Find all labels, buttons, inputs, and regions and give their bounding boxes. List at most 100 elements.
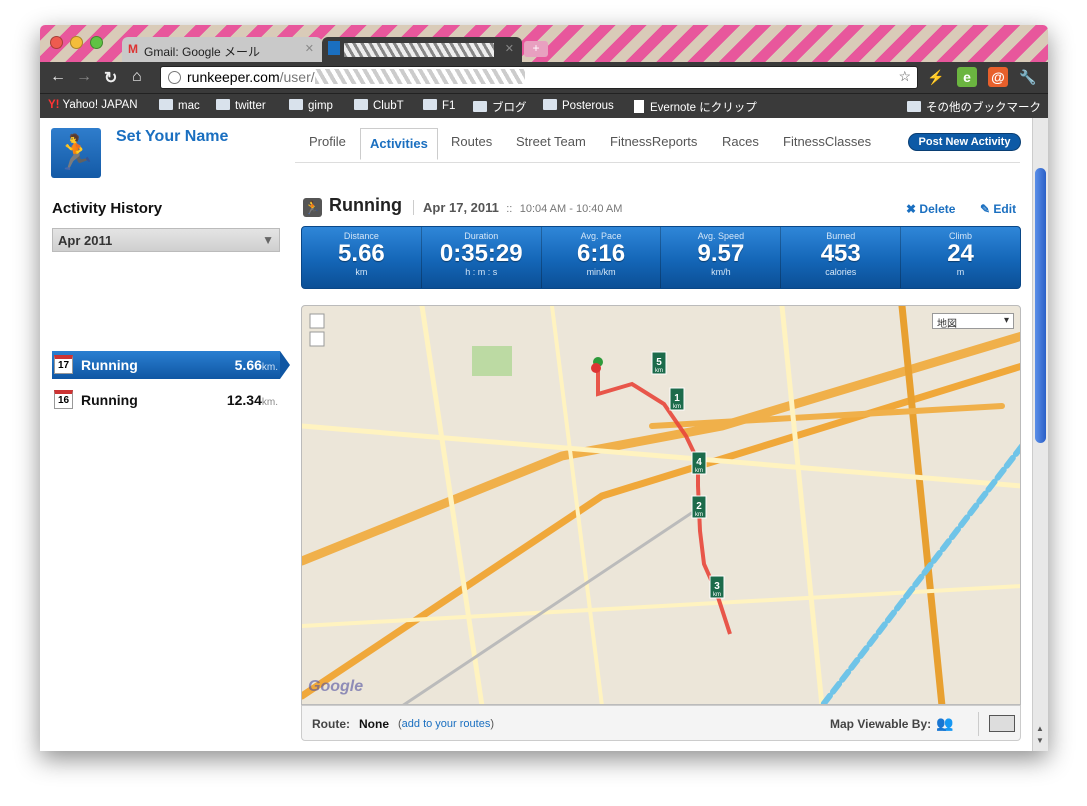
km-unit: km [695, 512, 703, 518]
date-value: Apr 17, 2011 [423, 200, 499, 215]
evernote-icon[interactable]: e [957, 67, 977, 87]
back-icon[interactable]: ← [50, 68, 66, 86]
tab-activities[interactable]: Activities [360, 128, 438, 160]
km-label-5: 5 [656, 357, 662, 368]
km-unit: km [695, 468, 703, 474]
activity-title: Running [329, 195, 402, 215]
stat-value: 5.66 [338, 240, 385, 267]
username-link[interactable]: Set Your Name [116, 128, 228, 146]
star-icon[interactable]: ☆ [898, 68, 911, 85]
post-new-activity-button[interactable]: Post New Activity [908, 133, 1021, 151]
url-host: runkeeper.com [187, 69, 280, 85]
close-tab-icon[interactable]: ✕ [505, 42, 514, 55]
new-tab-button[interactable]: + [524, 41, 548, 57]
bookmark-label: mac [178, 100, 200, 112]
browser-window: M Gmail: Google メール ✕ ✕ + ← → ↻ ⌂ runkee… [40, 25, 1048, 751]
address-bar[interactable]: runkeeper.com/user/ ☆ [160, 66, 918, 89]
tab-fitness-classes[interactable]: FitnessClasses [783, 134, 871, 149]
scrollbar[interactable]: ▲ ▼ [1032, 118, 1048, 751]
activity-date: Apr 17, 2011 :: 10:04 AM - 10:40 AM [413, 200, 622, 215]
folder-icon [289, 99, 303, 110]
delete-button[interactable]: ✖ Delete [906, 202, 955, 216]
km-label-2: 2 [696, 501, 702, 512]
month-value: Apr 2011 [58, 233, 113, 248]
mail-icon[interactable]: @ [988, 67, 1008, 87]
bookmark-yahoo[interactable]: Y! Yahoo! JAPAN [48, 99, 138, 111]
forward-icon[interactable]: → [76, 68, 92, 86]
km-unit: km [673, 404, 681, 410]
bookmark-clubt[interactable]: ClubT [354, 99, 404, 112]
lightning-icon[interactable]: ⚡ [926, 67, 946, 87]
bookmark-twitter[interactable]: twitter [216, 99, 266, 112]
history-item-selected[interactable]: 17 Running 5.66km. [52, 351, 290, 379]
distance-unit: km. [261, 362, 278, 373]
folder-icon [159, 99, 173, 110]
bookmark-f1[interactable]: F1 [423, 99, 455, 112]
zoom-control[interactable] [309, 313, 325, 347]
distance-value: 5.66 [234, 357, 262, 373]
delete-icon: ✖ [906, 202, 917, 216]
tab-profile[interactable]: Profile [309, 134, 346, 149]
tab-routes[interactable]: Routes [451, 134, 492, 149]
tab-label: Gmail: Google メール [144, 45, 261, 59]
bookmark-posterous[interactable]: Posterous [543, 99, 614, 112]
bookmark-gimp[interactable]: gimp [289, 99, 333, 112]
bookmark-label: Posterous [562, 100, 614, 112]
month-select[interactable]: Apr 2011 ▼ [52, 228, 280, 252]
route-value: None [359, 717, 389, 731]
history-item[interactable]: 16 Running 12.34km. [52, 386, 280, 414]
close-tab-icon[interactable]: ✕ [305, 42, 314, 55]
scrollbar-thumb[interactable] [1035, 168, 1046, 443]
km-label-3: 3 [714, 581, 720, 592]
route-bar: Route: None (add to your routes) Map Vie… [301, 705, 1021, 741]
tab-runkeeper[interactable]: ✕ [322, 37, 522, 62]
map-type-select[interactable]: 地図 ▾ [932, 313, 1014, 330]
stats-bar: Distance 5.66 km Duration 0:35:29 h : m : s … [301, 226, 1021, 289]
pencil-icon: ✎ [980, 202, 991, 216]
minimize-window-button[interactable] [70, 36, 83, 49]
bookmark-evernote[interactable]: Evernote にクリップ [634, 99, 757, 115]
fullscreen-icon[interactable] [978, 712, 1015, 736]
map-type-value: 地図 [937, 319, 957, 330]
scroll-up-icon[interactable]: ▲ [1036, 724, 1044, 733]
calendar-icon: 17 [54, 355, 73, 374]
url-path: /user/ [279, 69, 315, 85]
stat-unit: calories [825, 267, 857, 277]
route-map[interactable]: 5 1 4 2 3 km km km km km 地図 ▾ Google [301, 305, 1021, 705]
bookmark-mac[interactable]: mac [159, 99, 200, 112]
tab-fitness-reports[interactable]: FitnessReports [610, 134, 697, 149]
wrench-icon[interactable]: 🔧 [1018, 67, 1038, 87]
chevron-down-icon: ▼ [262, 233, 274, 247]
edit-button[interactable]: ✎ Edit [980, 202, 1016, 216]
zoom-window-button[interactable] [90, 36, 103, 49]
title-bar: M Gmail: Google メール ✕ ✕ + [40, 25, 1048, 62]
km-unit: km [713, 592, 721, 598]
home-icon[interactable]: ⌂ [132, 68, 142, 86]
tab-races[interactable]: Races [722, 134, 759, 149]
km-label-1: 1 [674, 393, 680, 404]
stat-speed: Avg. Speed 9.57 km/h [661, 227, 782, 288]
edit-label: Edit [993, 202, 1017, 216]
runner-logo-icon[interactable]: 🏃 [51, 128, 101, 178]
bookmarks-bar: Y! Yahoo! JAPAN mac twitter gimp ClubT F… [40, 93, 1048, 118]
stat-unit: m [956, 267, 965, 277]
history-item-label: Running [81, 357, 138, 373]
stat-unit: h : m : s [465, 267, 498, 277]
reload-icon[interactable]: ↻ [104, 68, 117, 88]
tab-gmail[interactable]: M Gmail: Google メール ✕ [122, 37, 322, 62]
bookmark-blog[interactable]: ブログ [473, 99, 527, 115]
bookmark-other[interactable]: その他のブックマーク [907, 99, 1041, 115]
map-viewable-label: Map Viewable By: [830, 717, 932, 731]
folder-icon [423, 99, 437, 110]
end-marker-icon [591, 363, 601, 373]
scroll-down-icon[interactable]: ▼ [1036, 736, 1044, 745]
km-label-4: 4 [696, 457, 702, 468]
close-window-button[interactable] [50, 36, 63, 49]
stat-climb: Climb 24 m [901, 227, 1020, 288]
people-icon[interactable]: 👥 [936, 715, 953, 732]
time-range: 10:04 AM - 10:40 AM [519, 203, 623, 215]
tab-street-team[interactable]: Street Team [516, 134, 586, 149]
add-to-routes-link[interactable]: add to your routes [402, 718, 491, 730]
distance-value: 12.34 [226, 392, 262, 408]
browser-toolbar: ← → ↻ ⌂ runkeeper.com/user/ ☆ ⚡ e @ 🔧 [40, 62, 1048, 93]
